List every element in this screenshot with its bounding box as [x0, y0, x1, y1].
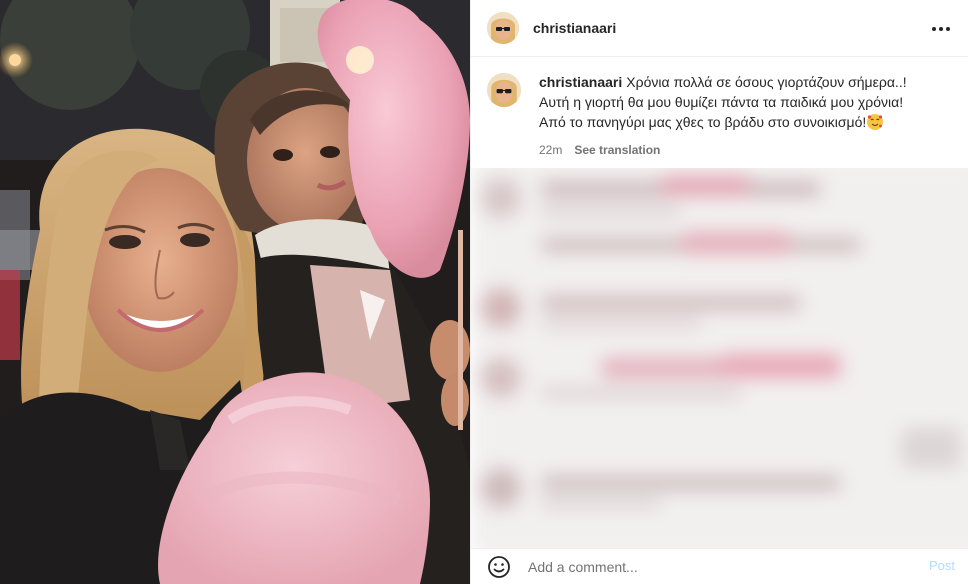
caption-avatar[interactable] [487, 73, 521, 107]
dot [932, 27, 936, 31]
blur-line [541, 476, 841, 490]
blur-line [721, 354, 841, 378]
username[interactable]: christianaari [533, 20, 616, 36]
post-header: christianaari [471, 0, 968, 57]
blur-line [681, 232, 791, 254]
blurred-content [471, 168, 968, 548]
blur-line [661, 176, 751, 196]
blur-avatar [481, 178, 521, 218]
blur-line [541, 206, 681, 216]
blur-avatar [481, 358, 521, 398]
caption-text: christianaari Χρόνια πολλά σε όσους γιορτ… [539, 72, 957, 132]
add-comment-bar: Post [471, 548, 968, 584]
blur-avatar [481, 288, 521, 328]
blur-line [541, 498, 661, 508]
caption-line-text: Χρόνια πολλά σε όσους γιορτάζουν σήμερα.… [626, 74, 907, 90]
post-side-panel: christianaari christianaari Χρόνια πολλά… [470, 0, 968, 584]
smiley-icon[interactable] [487, 555, 511, 579]
caption-meta: 22m See translation [539, 143, 957, 157]
blur-line [541, 318, 701, 328]
post-photo[interactable] [0, 0, 470, 584]
caption-username[interactable]: christianaari [539, 74, 622, 90]
profile-picture [487, 12, 519, 44]
post-comment-button[interactable]: Post [929, 558, 955, 573]
see-translation-button[interactable]: See translation [574, 143, 660, 157]
blur-line [541, 388, 741, 398]
post-timestamp[interactable]: 22m [539, 143, 562, 157]
post-caption: christianaari Χρόνια πολλά σε όσους γιορτ… [487, 72, 957, 157]
dot [946, 27, 950, 31]
caption-body: christianaari Χρόνια πολλά σε όσους γιορτ… [539, 72, 957, 157]
more-options-icon[interactable] [929, 17, 953, 41]
smiling-face-with-hearts-icon [867, 114, 884, 130]
caption-line-2: Αυτή η γιορτή θα μου θυμίζει πάντα τα πα… [539, 94, 904, 110]
caption-line-1: christianaari Χρόνια πολλά σε όσους γιορτ… [539, 72, 957, 92]
caption-line-3: Από το πανηγύρι μας χθες το βράδυ στο συ… [539, 112, 957, 132]
comment-input[interactable] [528, 558, 908, 575]
blur-line [541, 296, 801, 310]
selfie-image [0, 0, 470, 584]
caption-line-text: Από το πανηγύρι μας χθες το βράδυ στο συ… [539, 114, 867, 130]
avatar[interactable] [487, 12, 519, 44]
instagram-post: christianaari christianaari Χρόνια πολλά… [0, 0, 968, 584]
dot [939, 27, 943, 31]
profile-picture [487, 73, 521, 107]
comments-list-blurred [471, 168, 968, 548]
blur-avatar [481, 468, 521, 508]
blur-line [901, 428, 961, 468]
